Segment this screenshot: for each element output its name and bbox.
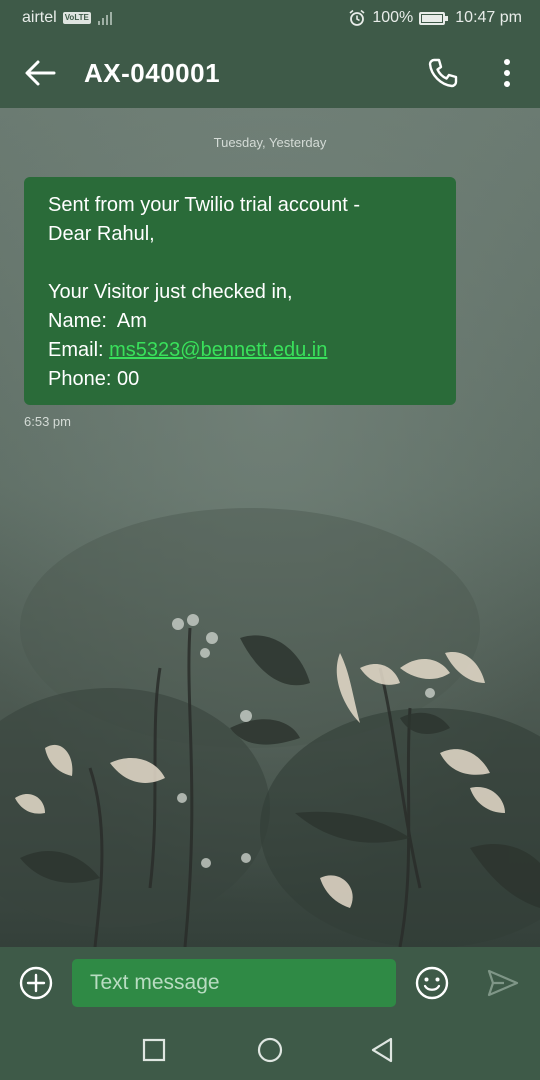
signal-icon	[97, 12, 112, 25]
message-input[interactable]	[72, 959, 396, 1007]
message-line: Dear Rahul,	[48, 223, 155, 245]
phone-icon[interactable]	[426, 56, 460, 90]
back-triangle-icon[interactable]	[368, 1036, 396, 1064]
battery-icon	[419, 11, 449, 25]
system-nav-bar	[0, 1020, 540, 1080]
status-bar: airtel VoLTE 100% 10:47 pm	[0, 0, 540, 38]
conversation-header: AX-040001	[0, 38, 540, 108]
incoming-message-bubble[interactable]: Sent from your Twilio trial account - De…	[24, 177, 456, 405]
back-arrow-icon[interactable]	[22, 55, 58, 91]
message-composer	[0, 947, 540, 1020]
email-prefix: Email:	[48, 339, 110, 361]
battery-percent: 100%	[372, 9, 414, 26]
emoji-icon[interactable]	[414, 965, 450, 1001]
date-separator: Tuesday, Yesterday	[213, 135, 327, 150]
message-email-line: Email: ms5323@bennett.edu.in	[48, 336, 432, 365]
contact-title: AX-040001	[84, 58, 221, 88]
more-vert-icon[interactable]	[494, 55, 520, 91]
send-icon[interactable]	[486, 967, 520, 999]
message-thread[interactable]: Tuesday, Yesterday Sent from your Twilio…	[0, 108, 540, 947]
alarm-icon	[349, 9, 365, 26]
recent-apps-icon[interactable]	[140, 1036, 168, 1064]
email-link[interactable]: ms5323@bennett.edu.in	[109, 339, 327, 361]
message-line: Sent from your Twilio trial account -	[48, 194, 360, 216]
home-icon[interactable]	[256, 1036, 284, 1064]
message-timestamp: 6:53 pm	[24, 414, 71, 429]
message-line	[48, 249, 432, 278]
message-line: Phone: 00	[48, 368, 140, 390]
message-line: Your Visitor just checked in,	[48, 281, 293, 303]
clock: 10:47 pm	[455, 9, 522, 26]
carrier-label: airtel	[22, 9, 57, 26]
message-line: Name: Am	[48, 310, 147, 332]
volte-badge: VoLTE	[62, 12, 91, 24]
add-circle-icon[interactable]	[18, 965, 54, 1001]
